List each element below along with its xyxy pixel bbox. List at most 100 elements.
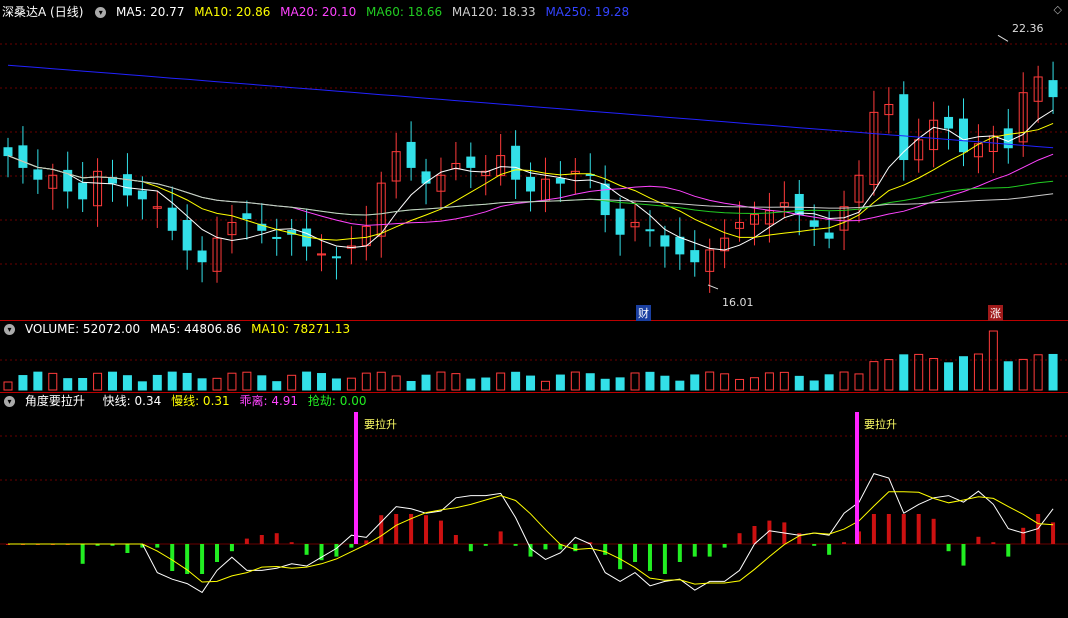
candle-down bbox=[167, 207, 177, 231]
indicator-bar bbox=[961, 544, 966, 566]
indicator-bar bbox=[543, 544, 548, 550]
volume-bar bbox=[361, 372, 371, 391]
indicator-bar bbox=[394, 514, 399, 544]
volume-bar bbox=[869, 361, 879, 391]
volume-bar bbox=[18, 375, 28, 391]
indicator-bar bbox=[498, 531, 503, 544]
candle-down bbox=[137, 190, 147, 200]
volume-bar bbox=[212, 377, 222, 391]
volume-bar bbox=[48, 372, 58, 391]
volume-bar bbox=[570, 371, 580, 391]
volume-bar bbox=[436, 371, 446, 391]
indicator-bar bbox=[438, 520, 443, 544]
stock-chart[interactable] bbox=[0, 0, 1068, 618]
indicator-bar bbox=[573, 544, 578, 552]
indicator-bar bbox=[916, 514, 921, 544]
volume-bar bbox=[242, 371, 252, 391]
volume-bar bbox=[1003, 361, 1013, 391]
volume-bar bbox=[555, 374, 565, 391]
volume-bar bbox=[197, 378, 207, 391]
indicator-bar bbox=[901, 514, 906, 544]
volume-bar bbox=[540, 380, 550, 391]
indicator-bar bbox=[424, 515, 429, 544]
volume-bar bbox=[690, 374, 700, 391]
candle-down bbox=[331, 256, 341, 259]
volume-bar bbox=[167, 371, 177, 391]
volume-bar bbox=[839, 371, 849, 391]
volume-bar bbox=[749, 377, 759, 391]
indicator-bar bbox=[170, 544, 175, 571]
candle-down bbox=[958, 118, 968, 153]
indicator-bar bbox=[483, 544, 488, 546]
indicator-bar bbox=[827, 544, 832, 555]
indicator-bar bbox=[215, 544, 220, 562]
indicator-bar bbox=[662, 544, 667, 574]
candle-down bbox=[809, 220, 819, 227]
volume-bar bbox=[1018, 358, 1028, 391]
volume-bar bbox=[1048, 353, 1058, 391]
volume-bar bbox=[630, 372, 640, 391]
volume-bar bbox=[705, 371, 715, 391]
volume-bar bbox=[346, 377, 356, 391]
candle-down bbox=[182, 219, 192, 251]
indicator-bar bbox=[946, 544, 951, 552]
volume-bar bbox=[182, 372, 192, 391]
volume-bar bbox=[988, 330, 998, 391]
indicator-bar bbox=[244, 538, 249, 544]
volume-bar bbox=[764, 372, 774, 391]
indicator-bar bbox=[842, 542, 847, 544]
low-price-label: 16.01 bbox=[722, 296, 754, 309]
candle-down bbox=[645, 229, 655, 232]
high-pointer bbox=[997, 34, 1009, 42]
candle-down bbox=[466, 156, 476, 168]
volume-bar bbox=[272, 381, 282, 391]
volume-bar bbox=[645, 371, 655, 391]
indicator-bar bbox=[692, 544, 697, 557]
volume-bar bbox=[660, 375, 670, 391]
ma250-line bbox=[7, 64, 1054, 149]
candle-down bbox=[406, 141, 416, 168]
volume-bar bbox=[929, 358, 939, 391]
indicator-bar bbox=[349, 544, 354, 548]
volume-bar bbox=[944, 362, 954, 391]
volume-bar bbox=[511, 371, 521, 391]
volume-bar bbox=[302, 371, 312, 391]
finance-tag[interactable]: 财 bbox=[636, 305, 651, 321]
candle-down bbox=[794, 193, 804, 216]
candle-down bbox=[555, 178, 565, 184]
candle-down bbox=[197, 250, 207, 263]
indicator-bar bbox=[603, 544, 608, 555]
volume-bar bbox=[406, 380, 416, 391]
volume-bar bbox=[481, 377, 491, 391]
indicator-bar bbox=[871, 514, 876, 544]
indicator-bar bbox=[125, 544, 130, 553]
signal-label: 要拉升 bbox=[864, 418, 897, 431]
indicator-bar bbox=[737, 533, 742, 544]
volume-bar bbox=[466, 378, 476, 391]
candle-down bbox=[18, 145, 28, 168]
signal-bar bbox=[354, 412, 358, 544]
indicator-bar bbox=[722, 544, 727, 548]
indicator-bar bbox=[976, 536, 981, 544]
indicator-bar bbox=[289, 542, 294, 544]
candle-down bbox=[122, 174, 132, 196]
rise-tag[interactable]: 涨 bbox=[988, 305, 1003, 321]
high-price-label: 22.36 bbox=[1012, 22, 1044, 35]
volume-bar bbox=[122, 375, 132, 391]
volume-bar bbox=[884, 359, 894, 391]
signal-label: 要拉升 bbox=[364, 418, 397, 431]
volume-bar bbox=[600, 378, 610, 391]
volume-bar bbox=[3, 381, 13, 391]
indicator-bar bbox=[1051, 522, 1056, 544]
candle-down bbox=[242, 213, 252, 220]
indicator-bar bbox=[379, 515, 384, 544]
volume-bar bbox=[779, 371, 789, 391]
volume-bar bbox=[78, 377, 88, 391]
volume-bar bbox=[526, 375, 536, 391]
candle-down bbox=[675, 236, 685, 255]
candle-down bbox=[78, 182, 88, 200]
indicator-bar bbox=[633, 544, 638, 562]
volume-bar bbox=[152, 374, 162, 391]
indicator-bar bbox=[274, 533, 279, 544]
indicator-bar bbox=[334, 544, 339, 557]
